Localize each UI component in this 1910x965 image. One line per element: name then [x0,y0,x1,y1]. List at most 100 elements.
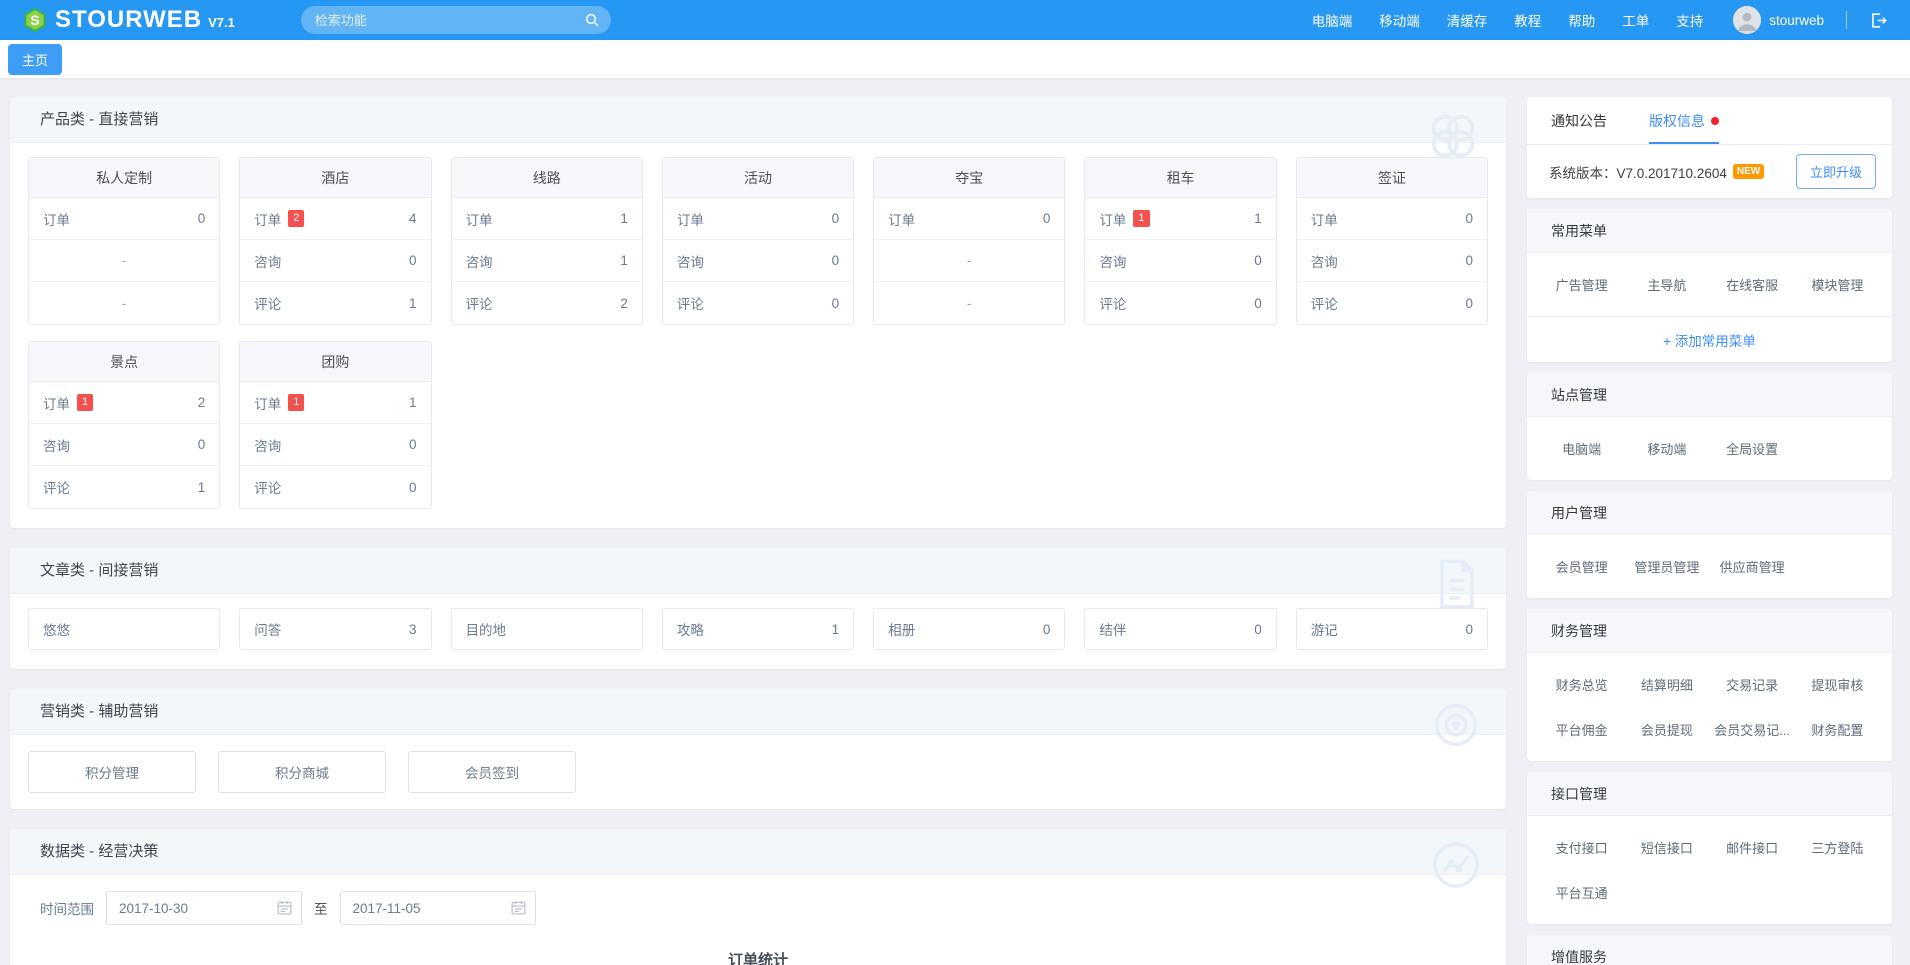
article-item-qa[interactable]: 问答3 [239,608,431,650]
member-signin-button[interactable]: 会员签到 [408,751,576,793]
card-title[interactable]: 私人定制 [29,158,219,198]
article-item-destination[interactable]: 目的地 [451,608,643,650]
card-row-inquiries[interactable]: 咨询0 [240,240,430,282]
menu-item-member-withdraw[interactable]: 会员提现 [1624,720,1709,739]
menu-item-member-transactions[interactable]: 会员交易记... [1710,720,1795,739]
nav-link-ticket[interactable]: 工单 [1622,10,1649,30]
value-added-card: 增值服务 [1527,935,1892,965]
menu-item-platform-interconnect[interactable]: 平台互通 [1539,883,1624,902]
product-card-groupbuy: 团购 订单11 咨询0 评论0 [239,341,431,509]
article-item-album[interactable]: 相册0 [873,608,1065,650]
card-row-orders[interactable]: 订单24 [240,198,430,240]
menu-item-supplier-manage[interactable]: 供应商管理 [1710,557,1795,576]
article-item-youyou[interactable]: 悠悠 [28,608,220,650]
card-row-comments[interactable]: 评论0 [1085,282,1275,324]
tab-copyright[interactable]: 版权信息 [1649,97,1719,144]
card-row-comments[interactable]: 评论0 [1297,282,1487,324]
menu-item-online-service[interactable]: 在线客服 [1710,275,1795,294]
app-logo[interactable]: S STOURWEB V7.1 [22,6,235,34]
panel-articles-title: 文章类 - 间接营销 [10,548,1506,594]
card-row-inquiries[interactable]: 咨询0 [1297,240,1487,282]
nav-link-help[interactable]: 帮助 [1568,10,1595,30]
menu-item-pc-site[interactable]: 电脑端 [1539,439,1624,458]
menu-item-member-manage[interactable]: 会员管理 [1539,557,1624,576]
menu-item-platform-commission[interactable]: 平台佣金 [1539,720,1624,739]
card-row-inquiries[interactable]: 咨询0 [1085,240,1275,282]
menu-item-module-manage[interactable]: 模块管理 [1795,275,1880,294]
nav-link-clear-cache[interactable]: 清缓存 [1447,10,1488,30]
card-title[interactable]: 租车 [1085,158,1275,198]
card-title[interactable]: 签证 [1297,158,1487,198]
menu-item-ad-manage[interactable]: 广告管理 [1539,275,1624,294]
card-row-comments[interactable]: 评论1 [240,282,430,324]
menu-item-transaction-record[interactable]: 交易记录 [1710,675,1795,694]
menu-item-finance-config[interactable]: 财务配置 [1795,720,1880,739]
card-row-orders[interactable]: 订单11 [240,382,430,424]
add-common-menu-button[interactable]: + 添加常用菜单 [1527,316,1892,362]
menu-item-email-interface[interactable]: 邮件接口 [1710,838,1795,857]
order-badge: 2 [288,210,304,227]
product-card-custom: 私人定制 订单0 - - [28,157,220,325]
navbar-right: 电脑端 移动端 清缓存 教程 帮助 工单 支持 stourweb [1285,6,1888,34]
card-row-inquiries[interactable]: 咨询0 [663,240,853,282]
menu-item-mobile-site[interactable]: 移动端 [1624,439,1709,458]
card-row-comments[interactable]: 评论0 [663,282,853,324]
card-row-inquiries[interactable]: 咨询0 [29,424,219,466]
menu-item-payment-interface[interactable]: 支付接口 [1539,838,1624,857]
card-row-orders[interactable]: 订单11 [1085,198,1275,240]
product-card-scenic: 景点 订单12 咨询0 评论1 [28,341,220,509]
card-row-orders[interactable]: 订单0 [29,198,219,240]
card-title[interactable]: 酒店 [240,158,430,198]
card-row-orders[interactable]: 订单0 [874,198,1064,240]
logo-version: V7.1 [208,15,235,30]
card-title[interactable]: 夺宝 [874,158,1064,198]
search-input[interactable] [301,6,611,34]
product-card-treasure: 夺宝 订单0 - - [873,157,1065,325]
nav-link-support[interactable]: 支持 [1676,10,1703,30]
chart-title: 订单统计 [28,949,1488,965]
search-icon[interactable] [584,12,600,28]
article-grid: 悠悠 问答3 目的地 攻略1 相册0 结伴0 游记0 [28,608,1488,650]
card-title[interactable]: 景点 [29,342,219,382]
nav-link-tutorial[interactable]: 教程 [1514,10,1541,30]
menu-item-withdraw-review[interactable]: 提现审核 [1795,675,1880,694]
logout-icon[interactable] [1869,11,1888,30]
menu-item-settlement-detail[interactable]: 结算明细 [1624,675,1709,694]
menu-item-admin-manage[interactable]: 管理员管理 [1624,557,1709,576]
nav-link-mobile[interactable]: 移动端 [1379,10,1420,30]
tab-home[interactable]: 主页 [8,44,62,75]
card-row-comments[interactable]: 评论2 [452,282,642,324]
card-row-orders[interactable]: 订单12 [29,382,219,424]
menu-item-finance-overview[interactable]: 财务总览 [1539,675,1624,694]
article-item-guide[interactable]: 攻略1 [662,608,854,650]
panel-products: 产品类 - 直接营销 私人定制 订单0 - - 酒店 订单24 咨询0 评论1 [10,97,1506,528]
points-manage-button[interactable]: 积分管理 [28,751,196,793]
menu-item-thirdparty-login[interactable]: 三方登陆 [1795,838,1880,857]
card-row-orders[interactable]: 订单0 [1297,198,1487,240]
calendar-icon[interactable] [276,899,293,916]
card-row-orders[interactable]: 订单1 [452,198,642,240]
card-row-comments[interactable]: 评论1 [29,466,219,508]
menu-item-main-nav[interactable]: 主导航 [1624,275,1709,294]
card-row-inquiries[interactable]: 咨询1 [452,240,642,282]
article-item-companion[interactable]: 结伴0 [1084,608,1276,650]
svg-text:S: S [30,12,39,28]
menu-item-global-settings[interactable]: 全局设置 [1710,439,1795,458]
upgrade-button[interactable]: 立即升级 [1796,154,1876,189]
tab-notices[interactable]: 通知公告 [1551,97,1607,144]
calendar-icon[interactable] [510,899,527,916]
card-row-inquiries[interactable]: 咨询0 [240,424,430,466]
card-title[interactable]: 团购 [240,342,430,382]
date-to-input[interactable] [340,891,536,925]
card-row-empty: - [29,282,219,324]
article-item-travelnotes[interactable]: 游记0 [1296,608,1488,650]
points-mall-button[interactable]: 积分商城 [218,751,386,793]
date-from-input[interactable] [106,891,302,925]
card-title[interactable]: 线路 [452,158,642,198]
user-menu[interactable]: stourweb [1733,6,1824,34]
menu-item-sms-interface[interactable]: 短信接口 [1624,838,1709,857]
card-title[interactable]: 活动 [663,158,853,198]
card-row-orders[interactable]: 订单0 [663,198,853,240]
card-row-comments[interactable]: 评论0 [240,466,430,508]
nav-link-pc[interactable]: 电脑端 [1312,10,1353,30]
